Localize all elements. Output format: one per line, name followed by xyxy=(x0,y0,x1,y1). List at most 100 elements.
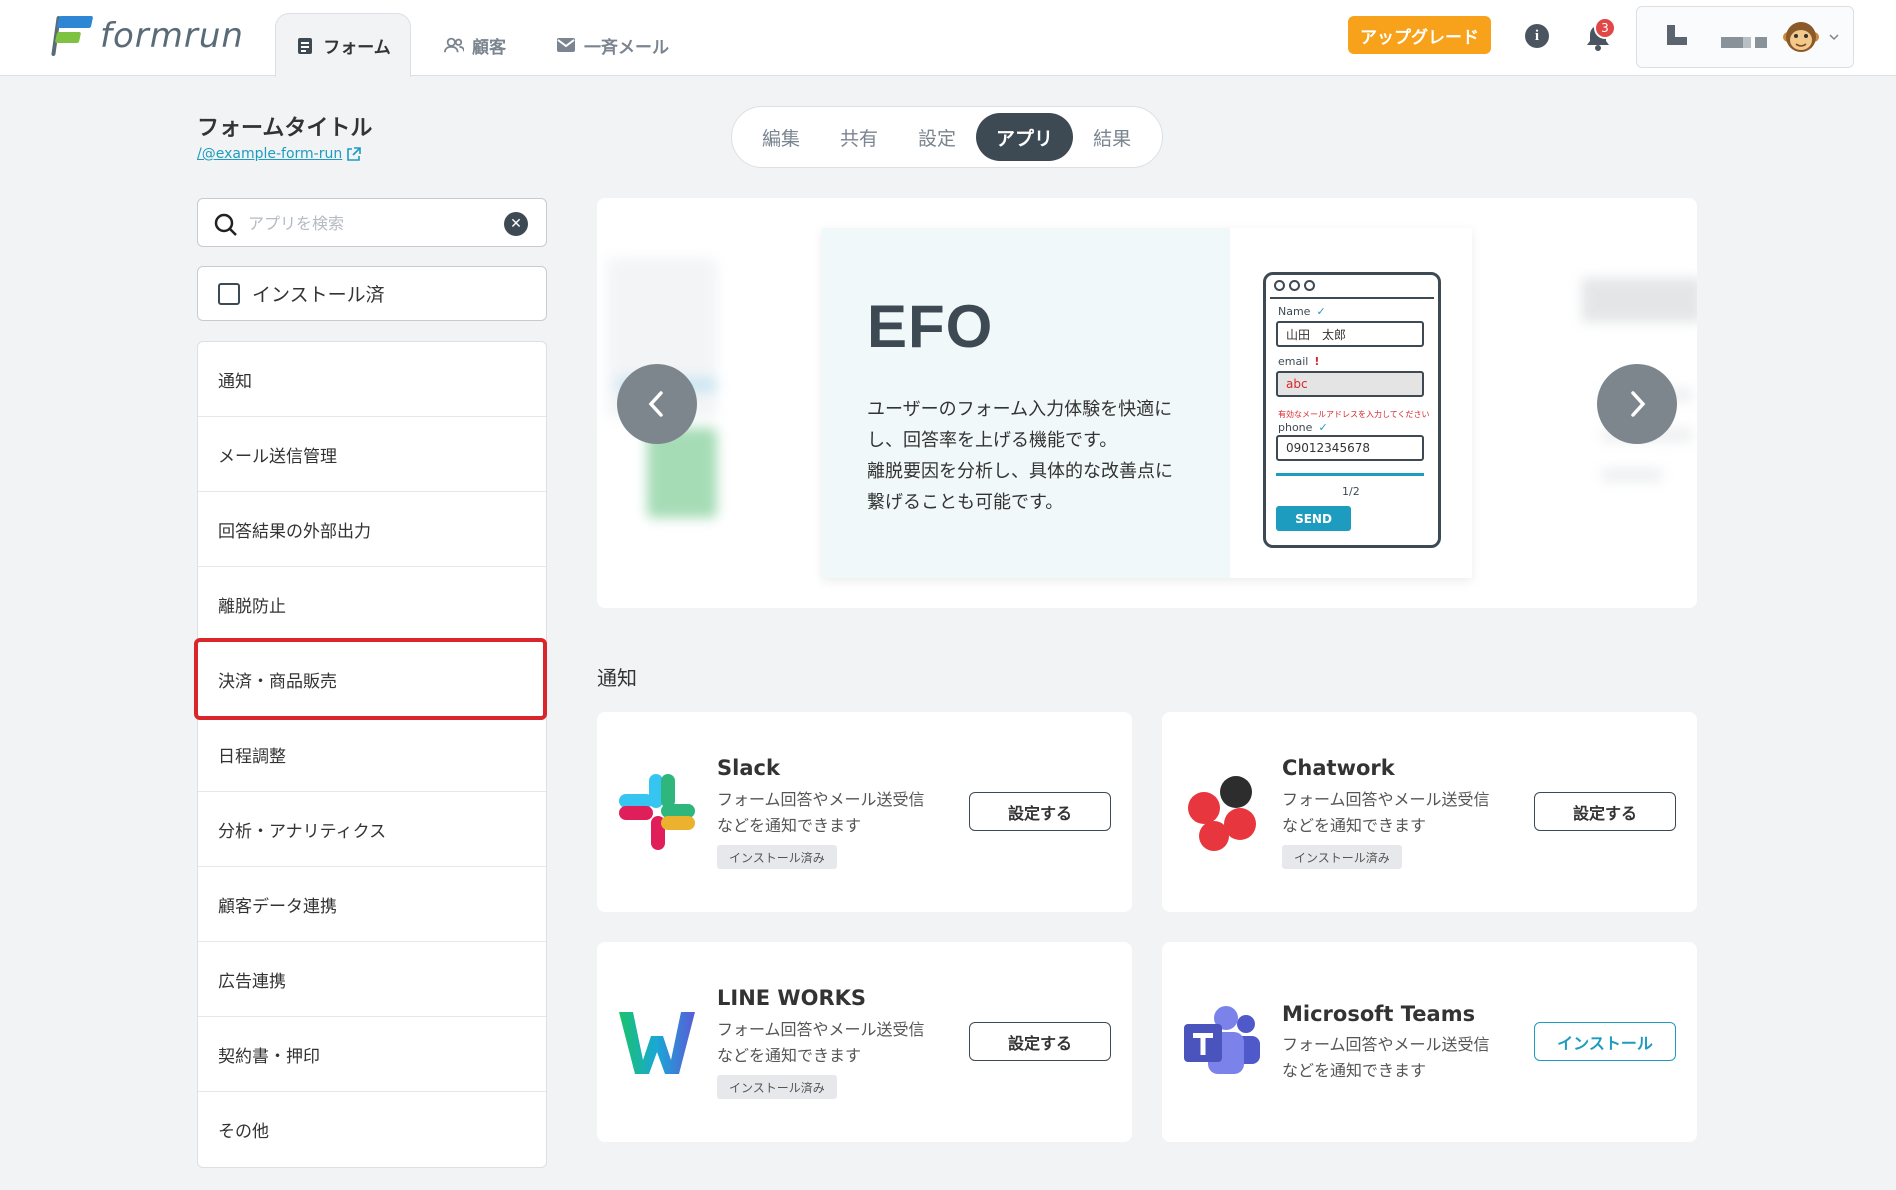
page-title: フォームタイトル xyxy=(197,116,373,141)
feature-carousel: EFO ユーザーのフォーム入力体験を快適に し、回答率を上げる機能です。 離脱要… xyxy=(597,198,1697,608)
installed-badge: インストール済み xyxy=(717,1075,837,1099)
slide-title: EFO xyxy=(867,293,994,360)
slide-desc-line: し、回答率を上げる機能です。 xyxy=(867,430,1118,451)
check-icon: ✓ xyxy=(1318,421,1328,434)
app-search-input[interactable] xyxy=(248,207,488,239)
carousel-prev-button[interactable] xyxy=(617,364,697,444)
mock-email-field: abc xyxy=(1276,371,1424,397)
notification-badge: 3 xyxy=(1594,17,1616,39)
app-card-line-works: LINE WORKS フォーム回答やメール送受信 などを通知できます インストー… xyxy=(597,942,1132,1142)
app-name: Microsoft Teams xyxy=(1282,1002,1476,1026)
nav-tab-label: フォーム xyxy=(323,38,391,58)
subtab-edit[interactable]: 編集 xyxy=(742,113,820,161)
app-name: Slack xyxy=(717,756,780,780)
app-desc-line: フォーム回答やメール送受信 xyxy=(717,1020,925,1039)
app-desc-line: などを通知できます xyxy=(717,1046,862,1065)
form-icon xyxy=(295,36,315,56)
configure-button[interactable]: 設定する xyxy=(969,1022,1111,1061)
app-desc-line: フォーム回答やメール送受信 xyxy=(717,790,925,809)
slack-logo-icon xyxy=(619,774,695,850)
app-desc-line: などを通知できます xyxy=(1282,1061,1427,1080)
mock-name-field: 山田 太郎 xyxy=(1276,321,1424,347)
efo-mock-panel: Name ✓ 山田 太郎 email! abc 有効なメールアドレスを入力してくだ… xyxy=(1230,228,1472,578)
mock-email-label: email xyxy=(1278,355,1309,368)
clear-search-icon[interactable]: ✕ xyxy=(504,212,528,236)
app-name: Chatwork xyxy=(1282,756,1395,780)
install-button[interactable]: インストール xyxy=(1534,1022,1676,1061)
check-icon: ✓ xyxy=(1316,305,1326,318)
installed-checkbox[interactable] xyxy=(218,282,240,305)
redacted-name xyxy=(1721,37,1743,48)
mock-phone-label: phone xyxy=(1278,421,1313,434)
mock-page-indicator: 1/2 xyxy=(1342,485,1360,498)
nav-tab-bulk-mail[interactable]: 一斉メール xyxy=(556,14,669,76)
category-item[interactable]: 顧客データ連携 xyxy=(198,867,546,942)
category-item[interactable]: 回答結果の外部出力 xyxy=(198,492,546,567)
installed-badge: インストール済み xyxy=(717,845,837,869)
app-search-box: ✕ xyxy=(197,198,547,247)
category-list: 通知 メール送信管理 回答結果の外部出力 離脱防止 決済・商品販売 日程調整 分… xyxy=(197,341,547,1168)
app-description: フォーム回答やメール送受信 などを通知できます xyxy=(717,787,952,839)
app-desc-line: などを通知できます xyxy=(717,816,862,835)
warning-icon: ! xyxy=(1314,355,1320,368)
subtab-apps[interactable]: アプリ xyxy=(976,113,1074,161)
users-icon xyxy=(444,35,464,55)
mock-name-label: Name xyxy=(1278,305,1311,318)
category-item[interactable]: 分析・アナリティクス xyxy=(198,792,546,867)
subtab-settings[interactable]: 設定 xyxy=(898,113,976,161)
category-item[interactable]: 広告連携 xyxy=(198,942,546,1017)
slide-description: ユーザーのフォーム入力体験を快適に し、回答率を上げる機能です。 離脱要因を分析… xyxy=(867,394,1197,518)
mock-email-error: 有効なメールアドレスを入力してください xyxy=(1278,410,1430,419)
app-description: フォーム回答やメール送受信 などを通知できます xyxy=(1282,787,1517,839)
microsoft-teams-logo-icon xyxy=(1184,1006,1260,1074)
slide-desc-line: 離脱要因を分析し、具体的な改善点に xyxy=(867,461,1173,482)
category-item[interactable]: メール送信管理 xyxy=(198,417,546,492)
carousel-slide-efo: EFO ユーザーのフォーム入力体験を快適に し、回答率を上げる機能です。 離脱要… xyxy=(822,228,1472,578)
mock-send-button: SEND xyxy=(1276,506,1351,531)
app-description: フォーム回答やメール送受信 などを通知できます xyxy=(1282,1032,1517,1084)
app-name: LINE WORKS xyxy=(717,986,867,1010)
carousel-next-button[interactable] xyxy=(1597,364,1677,444)
section-title: 通知 xyxy=(597,666,637,690)
chevron-down-icon xyxy=(1829,34,1839,41)
category-item[interactable]: その他 xyxy=(198,1092,546,1167)
category-item[interactable]: 日程調整 xyxy=(198,717,546,792)
nav-tab-forms[interactable]: フォーム xyxy=(275,13,411,77)
workspace-icon xyxy=(1667,25,1687,45)
app-card-microsoft-teams: Microsoft Teams フォーム回答やメール送受信 などを通知できます … xyxy=(1162,942,1697,1142)
chevron-right-icon xyxy=(1631,391,1646,417)
category-item[interactable]: 契約書・押印 xyxy=(198,1017,546,1092)
slide-desc-line: 繋げることも可能です。 xyxy=(867,492,1064,513)
formrun-logo-mark xyxy=(51,14,94,58)
upgrade-button[interactable]: アップグレード xyxy=(1348,16,1491,54)
installed-badge: インストール済み xyxy=(1282,845,1402,869)
form-public-link[interactable]: /@example-form-run xyxy=(197,146,362,162)
category-item[interactable]: 離脱防止 xyxy=(198,567,546,642)
installed-filter-label: インストール済 xyxy=(252,284,385,306)
account-menu[interactable] xyxy=(1636,6,1854,68)
form-subtabs: 編集 共有 設定 アプリ 結果 xyxy=(731,106,1163,168)
subtab-results[interactable]: 結果 xyxy=(1073,113,1151,161)
app-description: フォーム回答やメール送受信 などを通知できます xyxy=(717,1017,952,1069)
top-header: formrun フォーム 顧客 一斉メール アップグレード i 3 xyxy=(0,0,1896,77)
configure-button[interactable]: 設定する xyxy=(969,792,1111,831)
formrun-logo[interactable]: formrun xyxy=(51,14,244,58)
mock-phone-field: 09012345678 xyxy=(1276,435,1424,461)
external-link-icon xyxy=(347,146,362,161)
info-icon[interactable]: i xyxy=(1525,24,1549,48)
subtab-share[interactable]: 共有 xyxy=(820,113,898,161)
category-item[interactable]: 通知 xyxy=(198,342,546,417)
slide-desc-line: ユーザーのフォーム入力体験を快適に xyxy=(867,399,1173,420)
installed-filter-toggle[interactable]: インストール済 xyxy=(197,266,547,321)
nav-tab-label: 一斉メール xyxy=(584,37,669,58)
app-card-chatwork: Chatwork フォーム回答やメール送受信 などを通知できます インストール済… xyxy=(1162,712,1697,912)
configure-button[interactable]: 設定する xyxy=(1534,792,1676,831)
search-icon xyxy=(214,213,237,236)
redacted-name xyxy=(1743,37,1751,48)
mock-progress-bar xyxy=(1276,473,1424,476)
mail-icon xyxy=(556,35,576,55)
category-item-payment[interactable]: 決済・商品販売 xyxy=(198,642,546,717)
form-link-text: /@example-form-run xyxy=(197,146,343,162)
app-desc-line: などを通知できます xyxy=(1282,816,1427,835)
nav-tab-customers[interactable]: 顧客 xyxy=(444,14,506,76)
